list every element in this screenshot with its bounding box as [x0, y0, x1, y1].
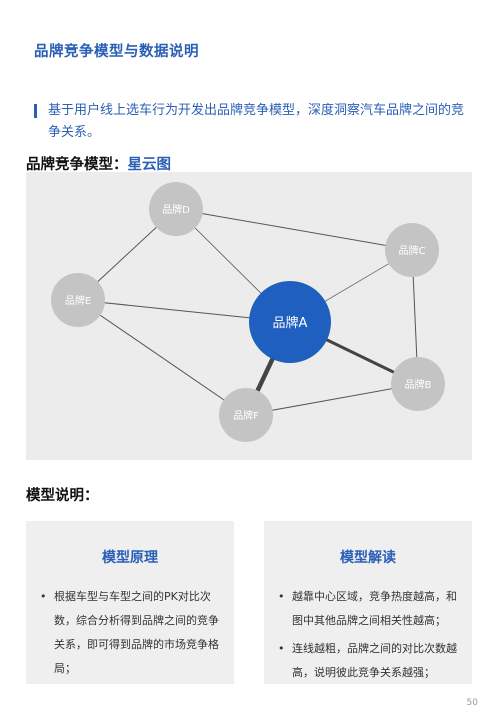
edge-e-f — [77, 299, 247, 416]
card-interpretation-list: • 越靠中心区域，竞争热度越高，和图中其他品牌之间相关性越高； • 连线越粗，品牌之… — [264, 585, 472, 685]
chart-heading: 品牌竞争模型：星云图 — [26, 153, 171, 174]
card-interpretation: 模型解读 • 越靠中心区域，竞争热度越高，和图中其他品牌之间相关性越高； • 连线越… — [264, 521, 472, 684]
svg-text:品牌F: 品牌F — [233, 409, 259, 422]
node-d: 品牌D — [149, 182, 203, 236]
svg-text:品牌C: 品牌C — [399, 244, 426, 257]
node-f: 品牌F — [219, 388, 273, 442]
bullet-dot: • — [278, 590, 285, 603]
svg-text:品牌A: 品牌A — [273, 315, 308, 331]
card-principle-title: 模型原理 — [102, 550, 158, 566]
bullet-dot: • — [278, 642, 285, 655]
list-item: • 连线越粗，品牌之间的对比次数越高，说明彼此竞争关系越强； — [278, 637, 462, 685]
bullet-text: 连线越粗，品牌之间的对比次数越高，说明彼此竞争关系越强； — [292, 642, 457, 679]
page-number: 50 — [466, 698, 478, 708]
node-e: 品牌E — [51, 273, 105, 327]
intro-block: 基于用户线上选车行为开发出品牌竞争模型，深度洞察汽车品牌之间的竞争关系。 — [34, 100, 474, 144]
list-item: • 根据车型与车型之间的PK对比次数，综合分析得到品牌之间的竞争关系，即可得到品牌… — [40, 585, 224, 681]
intro-accent-bar — [34, 104, 37, 118]
node-b: 品牌B — [391, 357, 445, 411]
list-item: • 越靠中心区域，竞争热度越高，和图中其他品牌之间相关性越高； — [278, 585, 462, 633]
node-c: 品牌C — [385, 223, 439, 277]
diagram-svg: 品牌D 品牌E 品牌C 品牌B 品牌F 品牌A — [51, 182, 445, 442]
nebula-diagram: 品牌D 品牌E 品牌C 品牌B 品牌F 品牌A — [26, 172, 472, 460]
bullet-text: 越靠中心区域，竞争热度越高，和图中其他品牌之间相关性越高； — [292, 590, 457, 627]
bullet-dot: • — [40, 590, 47, 603]
page-title: 品牌竞争模型与数据说明 — [34, 44, 199, 60]
card-principle: 模型原理 • 根据车型与车型之间的PK对比次数，综合分析得到品牌之间的竞争关系，即… — [26, 521, 234, 684]
intro-text: 基于用户线上选车行为开发出品牌竞争模型，深度洞察汽车品牌之间的竞争关系。 — [48, 103, 465, 140]
svg-text:品牌E: 品牌E — [65, 294, 91, 307]
chart-heading-label: 品牌竞争模型： — [26, 157, 128, 173]
svg-text:品牌B: 品牌B — [405, 378, 432, 391]
chart-heading-accent: 星云图 — [127, 157, 172, 173]
bullet-text: 根据车型与车型之间的PK对比次数，综合分析得到品牌之间的竞争关系，即可得到品牌的… — [54, 590, 219, 675]
explain-heading: 模型说明： — [26, 488, 99, 504]
card-interpretation-title: 模型解读 — [340, 550, 396, 566]
node-a: 品牌A — [249, 281, 331, 363]
svg-text:品牌D: 品牌D — [162, 203, 190, 216]
card-principle-list: • 根据车型与车型之间的PK对比次数，综合分析得到品牌之间的竞争关系，即可得到品牌… — [26, 585, 234, 681]
